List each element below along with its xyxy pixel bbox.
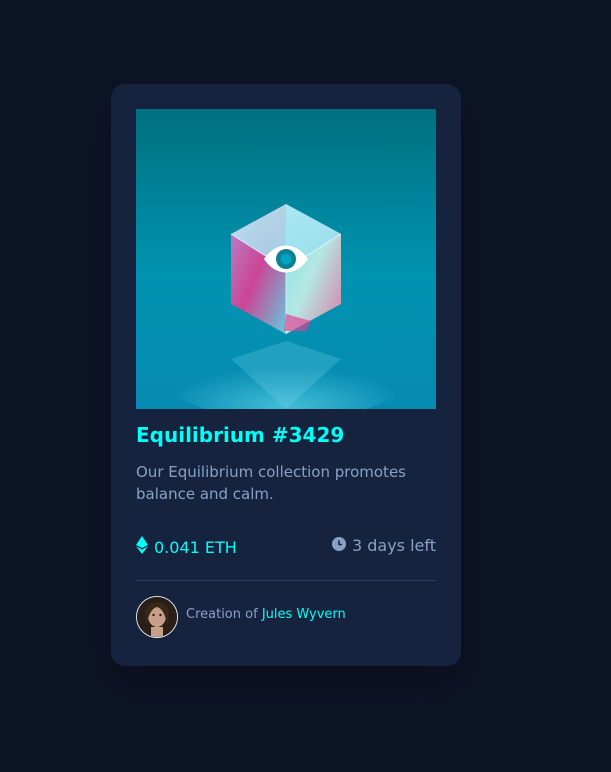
nft-image[interactable] — [136, 109, 436, 409]
price-value: 0.041 ETH — [154, 537, 237, 557]
price-label: 0.041 ETH — [136, 536, 237, 558]
nft-card: Equilibrium #3429 Our Equilibrium collec… — [111, 84, 461, 666]
ethereum-icon — [136, 536, 148, 558]
avatar — [136, 596, 178, 638]
time-left-label: 3 days left — [331, 536, 436, 555]
creator-name-link[interactable]: Jules Wyvern — [262, 607, 346, 622]
nft-title[interactable]: Equilibrium #3429 — [136, 423, 344, 447]
time-left-value: 3 days left — [351, 536, 436, 555]
clock-icon — [331, 536, 346, 555]
nft-description: Our Equilibrium collection promotes bala… — [136, 463, 406, 503]
creator-prefix: Creation of — [186, 607, 258, 622]
creator-line: Creation of Jules Wyvern — [186, 607, 346, 622]
divider — [136, 580, 436, 581]
